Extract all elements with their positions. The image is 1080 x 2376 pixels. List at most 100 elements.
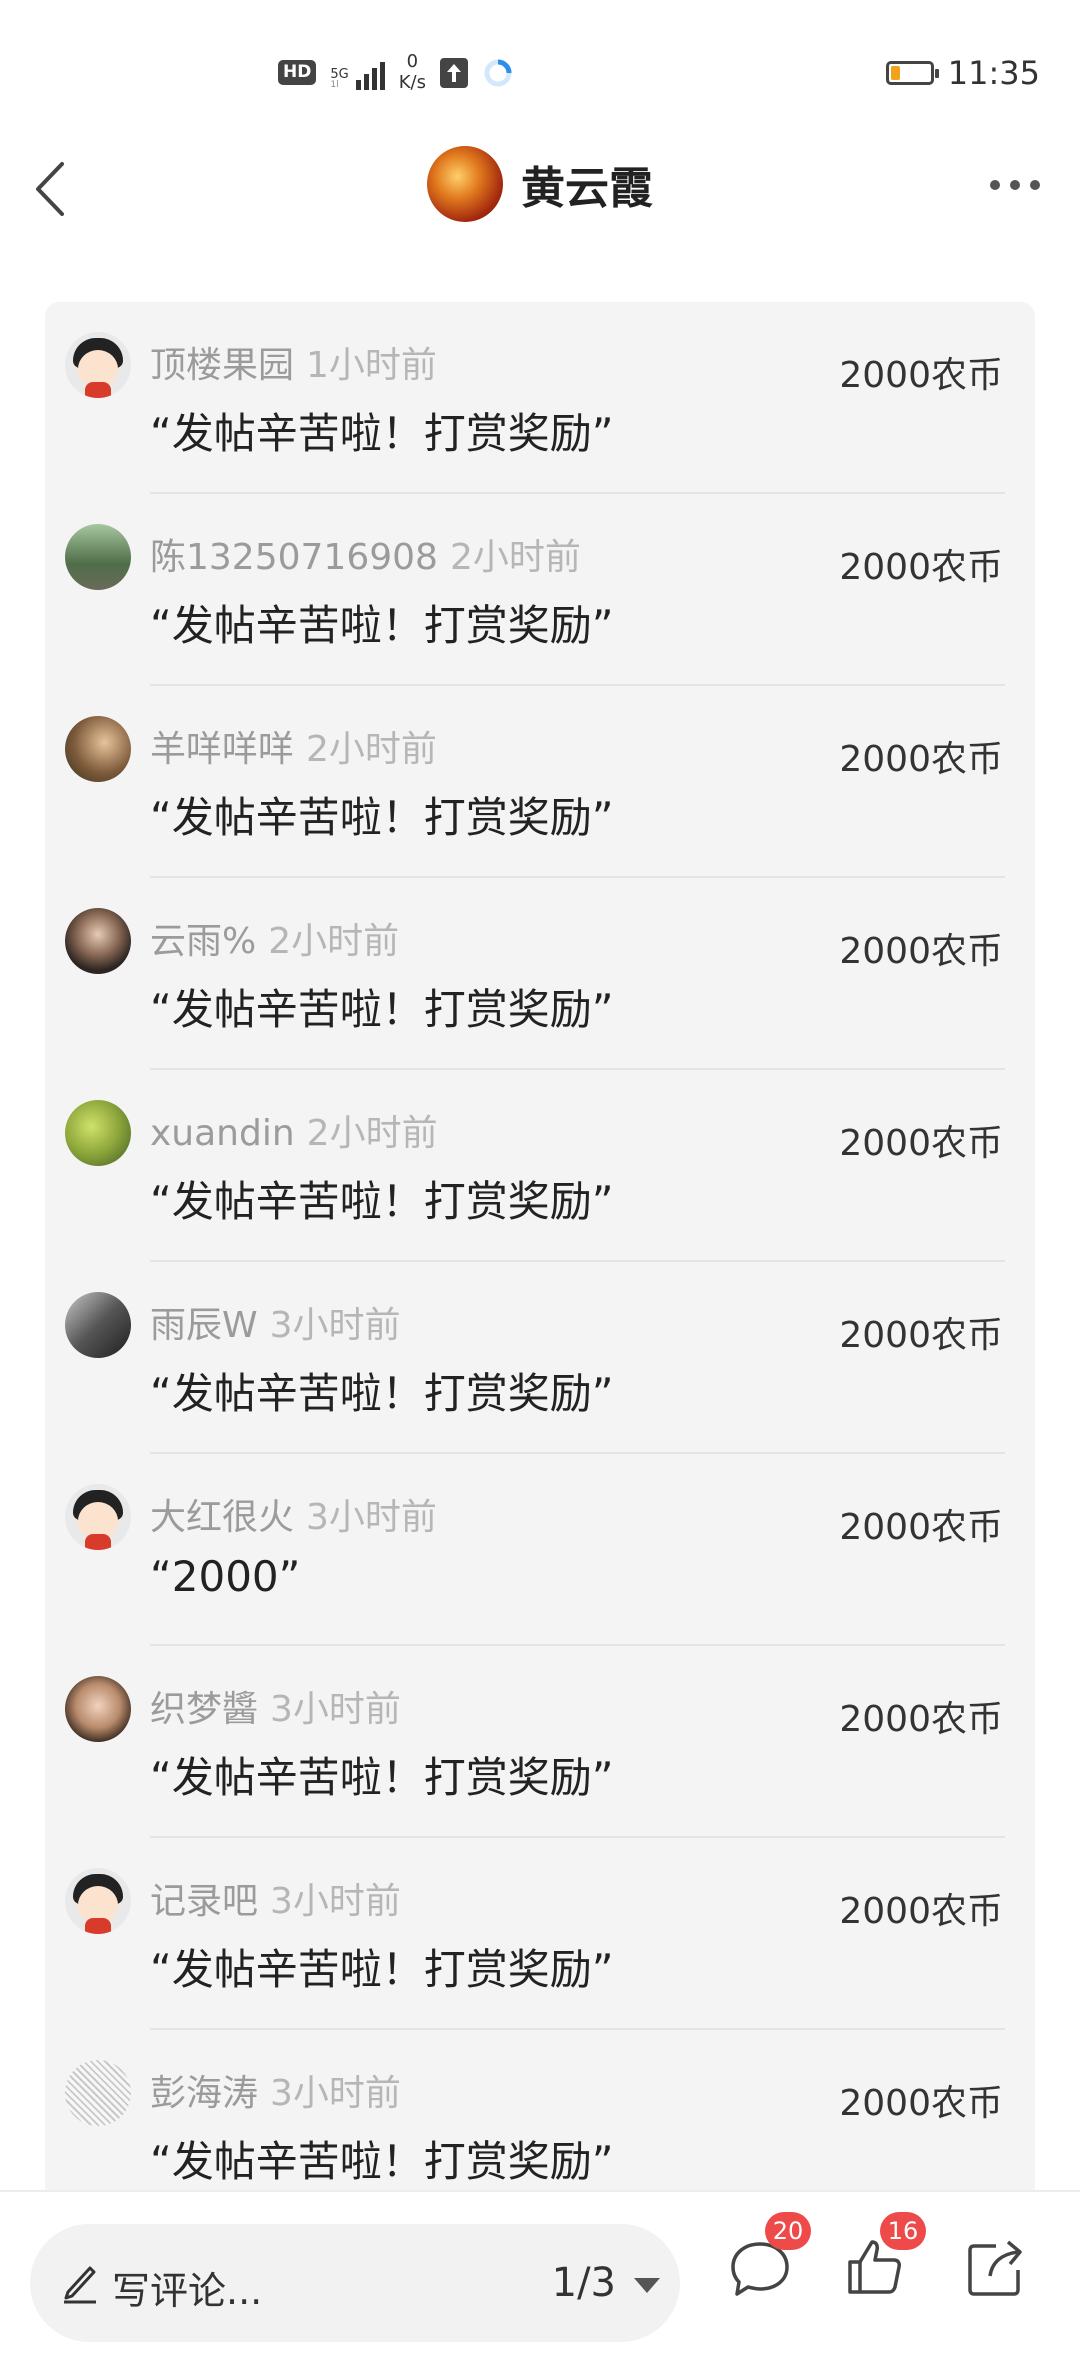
user-name[interactable]: 顶楼果园 [150,345,294,386]
user-name[interactable]: 陈13250716908 [150,537,438,578]
reward-message: “发帖辛苦啦！打赏奖励” [150,985,614,1034]
cellular-signal-icon: 5G 1l [330,56,385,90]
reward-message: “发帖辛苦啦！打赏奖励” [150,1369,614,1418]
avatar[interactable] [427,146,503,222]
avatar[interactable] [65,1292,131,1358]
signal-label-bottom: 1l [330,79,339,90]
avatar[interactable] [65,1484,131,1550]
comment-count-badge: 20 [765,2212,811,2250]
share-button[interactable] [960,2232,1030,2302]
list-item[interactable]: 大红很火 3小时前 2000农币 “2000” [45,1454,1035,1646]
reward-amount: 2000农币 [839,739,1003,780]
reward-amount: 2000农币 [839,1315,1003,1356]
reward-message: “发帖辛苦啦！打赏奖励” [150,409,614,458]
list-item[interactable]: 云雨% 2小时前 2000农币 “发帖辛苦啦！打赏奖励” [45,878,1035,1070]
reward-meta: 织梦醬 3小时前 [150,1680,401,1732]
net-speed-value: 0 [406,51,419,72]
list-item[interactable]: 羊咩咩咩 2小时前 2000农币 “发帖辛苦啦！打赏奖励” [45,686,1035,878]
reward-meta: 顶楼果园 1小时前 [150,336,437,388]
time-ago: 2小时前 [268,921,400,962]
share-icon [968,2240,1022,2296]
time-ago: 3小时前 [270,2073,401,2114]
more-dots-icon[interactable] [990,180,1040,190]
list-item[interactable]: 记录吧 3小时前 2000农币 “发帖辛苦啦！打赏奖励” [45,1838,1035,2030]
list-item[interactable]: xuandin 2小时前 2000农币 “发帖辛苦啦！打赏奖励” [45,1070,1035,1262]
reward-list: 顶楼果园 1小时前 2000农币 “发帖辛苦啦！打赏奖励” 陈13250716908 2小… [45,302,1035,2202]
user-name[interactable]: 羊咩咩咩 [150,729,294,770]
time-ago: 2小时前 [306,729,437,770]
avatar[interactable] [65,716,131,782]
battery-icon [885,61,939,85]
avatar[interactable] [65,2060,131,2126]
like-count-badge: 16 [880,2212,926,2250]
time-ago: 3小时前 [270,1689,401,1730]
nav-user[interactable]: 黄云霞 [0,146,1080,222]
avatar[interactable] [65,332,131,398]
reward-meta: xuandin 2小时前 [150,1104,438,1156]
list-item[interactable]: 织梦醬 3小时前 2000农币 “发帖辛苦啦！打赏奖励” [45,1646,1035,1838]
status-icons-right: 11:35 [885,54,1040,92]
user-name[interactable]: 大红很火 [150,1497,294,1538]
user-name[interactable]: 织梦醬 [150,1689,258,1730]
signal-label-top: 5G [330,66,349,82]
list-item[interactable]: 雨辰W 3小时前 2000农币 “发帖辛苦啦！打赏奖励” [45,1262,1035,1454]
comment-input[interactable]: 写评论... 1/3 [30,2224,680,2342]
reward-amount: 2000农币 [839,931,1003,972]
reward-message: “发帖辛苦啦！打赏奖励” [150,1945,614,1994]
comment-button[interactable]: 20 [725,2212,811,2302]
net-speed: 0 K/s [398,51,426,93]
reward-message: “发帖辛苦啦！打赏奖励” [150,1753,614,1802]
reward-amount: 2000农币 [839,1507,1003,1548]
time-ago: 3小时前 [269,1305,401,1346]
hd-icon: HD [278,60,317,86]
avatar[interactable] [65,1100,131,1166]
reward-amount: 2000农币 [839,1891,1003,1932]
reward-meta: 雨辰W 3小时前 [150,1296,401,1348]
time-ago: 3小时前 [270,1881,401,1922]
user-name[interactable]: 雨辰W [150,1305,258,1346]
reward-meta: 云雨% 2小时前 [150,912,399,964]
reward-message: “发帖辛苦啦！打赏奖励” [150,1177,614,1226]
reward-meta: 陈13250716908 2小时前 [150,528,581,580]
reward-amount: 2000农币 [839,547,1003,588]
reward-amount: 2000农币 [839,2083,1003,2124]
avatar[interactable] [65,524,131,590]
user-name[interactable]: xuandin [150,1113,295,1154]
user-name[interactable]: 记录吧 [150,1881,258,1922]
list-item[interactable]: 陈13250716908 2小时前 2000农币 “发帖辛苦啦！打赏奖励” [45,494,1035,686]
reward-meta: 羊咩咩咩 2小时前 [150,720,437,772]
reward-amount: 2000农币 [839,1699,1003,1740]
clock: 11:35 [947,54,1040,92]
reward-amount: 2000农币 [839,355,1003,396]
status-bar: HD 5G 1l 0 K/s 11:35 [0,0,1080,150]
reward-message: “发帖辛苦啦！打赏奖励” [150,601,614,650]
top-nav: 黄云霞 [0,140,1080,240]
time-ago: 2小时前 [449,537,581,578]
reward-meta: 大红很火 3小时前 [150,1488,437,1540]
net-speed-unit: K/s [398,71,426,93]
bottom-bar: 写评论... 1/3 20 16 [0,2190,1080,2376]
upload-icon [439,57,468,88]
loading-icon [484,59,512,87]
reward-message: “发帖辛苦啦！打赏奖励” [150,2137,614,2186]
caret-down-icon[interactable] [634,2278,660,2293]
reward-meta: 彭海涛 3小时前 [150,2064,401,2116]
user-name[interactable]: 彭海涛 [150,2073,258,2114]
list-item[interactable]: 顶楼果园 1小时前 2000农币 “发帖辛苦啦！打赏奖励” [45,302,1035,494]
reward-meta: 记录吧 3小时前 [150,1872,401,1924]
avatar[interactable] [65,908,131,974]
page-title: 黄云霞 [521,163,653,214]
list-item[interactable]: 彭海涛 3小时前 2000农币 “发帖辛苦啦！打赏奖励” [45,2030,1035,2202]
status-icons-left: HD 5G 1l 0 K/s [278,51,514,93]
page-indicator[interactable]: 1/3 [552,2260,616,2306]
avatar[interactable] [65,1868,131,1934]
time-ago: 2小时前 [306,1113,438,1154]
like-button[interactable]: 16 [840,2212,926,2302]
time-ago: 1小时前 [306,345,437,386]
comment-placeholder: 写评论... [112,2269,263,2313]
avatar[interactable] [65,1676,131,1742]
time-ago: 3小时前 [306,1497,437,1538]
reward-message: “发帖辛苦啦！打赏奖励” [150,793,614,842]
user-name[interactable]: 云雨% [150,921,256,962]
reward-amount: 2000农币 [839,1123,1003,1164]
